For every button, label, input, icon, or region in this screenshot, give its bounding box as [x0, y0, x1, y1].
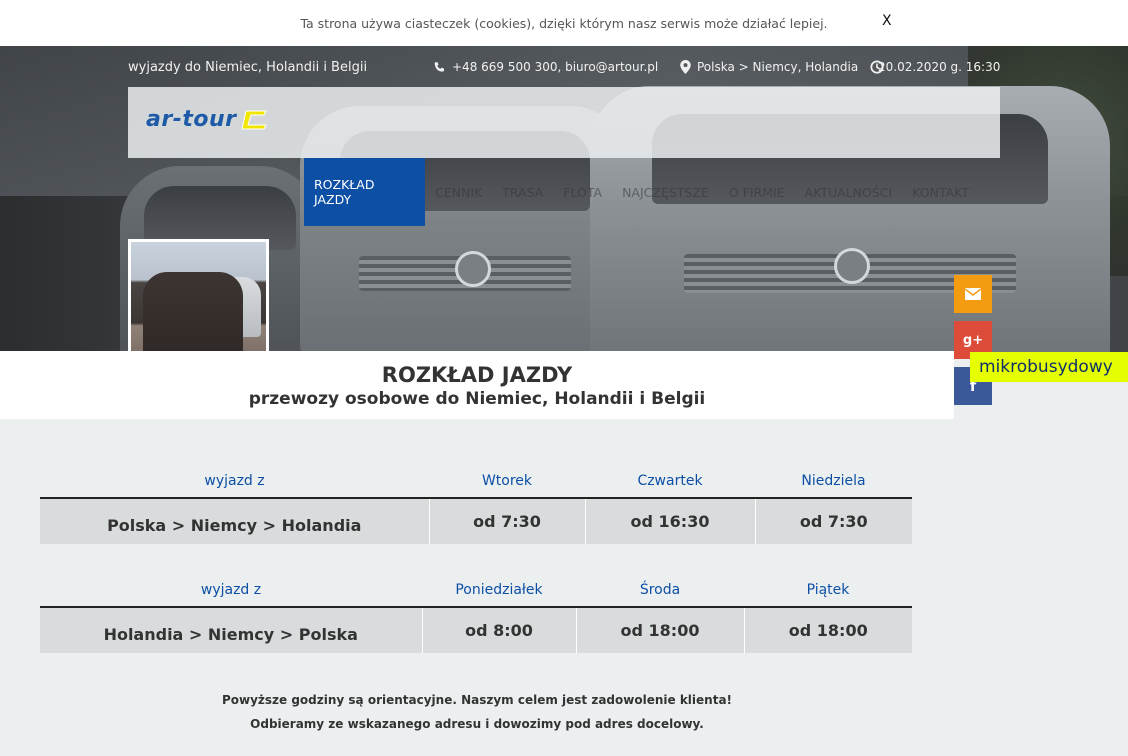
header-day-1: Poniedziałek	[422, 571, 576, 608]
schedule-notes: Powyższe godziny są orientacyjne. Naszym…	[0, 688, 954, 736]
time-cell: od 7:30	[429, 498, 586, 544]
main-nav: Rozkład jazdy Cennik Trasa Flota Najczęs…	[304, 158, 979, 226]
social-sidebar: g+ f	[954, 275, 992, 413]
envelope-icon	[965, 288, 981, 300]
site-logo[interactable]: ar-tour	[146, 107, 236, 132]
header-day-3: Piątek	[744, 571, 912, 608]
header-day-2: Środa	[576, 571, 744, 608]
page-title: ROZKŁAD JAZDY	[381, 363, 573, 387]
schedule-table-outbound: wyjazd z Wtorek Czwartek Niedziela Polsk…	[40, 462, 912, 544]
time-cell: od 16:30	[585, 498, 756, 544]
note-line-2: Odbieramy ze wskazanego adresu i dowozim…	[250, 717, 704, 731]
time-cell: od 7:30	[755, 498, 912, 544]
nav-item-najczestsze[interactable]: Najczęstsze	[612, 158, 719, 226]
nav-item-kontakt[interactable]: Kontakt	[902, 158, 979, 226]
contact-text: +48 669 500 300, biuro@artour.pl	[452, 60, 659, 74]
route-info: Polska > Niemcy, Holandia	[680, 58, 884, 76]
cookie-bar: Ta strona używa ciasteczek (cookies), dz…	[0, 0, 1128, 46]
nav-item-o-firmie[interactable]: O firmie	[719, 158, 795, 226]
email-button[interactable]	[954, 275, 992, 313]
time-cell: od 18:00	[576, 607, 745, 653]
datetime-info: 20.02.2020 g. 16:30	[878, 58, 1000, 76]
logo-bar: ar-tour	[128, 87, 1000, 158]
nav-item-trasa[interactable]: Trasa	[492, 158, 553, 226]
map-pin-icon	[680, 60, 691, 74]
logo-mark-icon	[241, 110, 267, 130]
header-day-1: Wtorek	[429, 462, 585, 499]
google-plus-icon: g+	[962, 332, 984, 348]
title-panel: ROZKŁAD JAZDY przewozy osobowe do Niemie…	[0, 351, 954, 419]
datetime-text: 20.02.2020 g. 16:30	[878, 60, 1001, 74]
time-cell: od 18:00	[744, 607, 912, 653]
route-cell: Polska > Niemcy > Holandia	[40, 498, 430, 544]
time-cell: od 8:00	[422, 607, 577, 653]
nav-item-rozklad[interactable]: Rozkład jazdy	[304, 158, 425, 226]
site-tagline: wyjazdy do Niemiec, Holandii i Belgii	[128, 58, 367, 76]
cookie-close-button[interactable]: X	[882, 13, 892, 29]
contact-info[interactable]: +48 669 500 300, biuro@artour.pl	[433, 58, 658, 76]
page-subtitle: przewozy osobowe do Niemiec, Holandii i …	[248, 389, 706, 409]
mikrobusydowy-text: mikrobusydowy	[979, 357, 1113, 377]
header-departure: wyjazd z	[40, 462, 429, 499]
header-departure: wyjazd z	[40, 571, 422, 608]
cookie-text: Ta strona używa ciasteczek (cookies), dz…	[300, 15, 828, 31]
schedule-table-return: wyjazd z Poniedziałek Środa Piątek Holan…	[40, 571, 912, 653]
note-line-1: Powyższe godziny są orientacyjne. Naszym…	[221, 693, 733, 707]
table-row: Polska > Niemcy > Holandia od 7:30 od 16…	[40, 498, 912, 544]
header-day-3: Niedziela	[755, 462, 912, 499]
tagline-text: wyjazdy do Niemiec, Holandii i Belgii	[128, 59, 368, 75]
phone-icon	[434, 61, 444, 72]
nav-item-cennik[interactable]: Cennik	[425, 158, 492, 226]
table-row: Holandia > Niemcy > Polska od 8:00 od 18…	[40, 607, 912, 653]
nav-item-flota[interactable]: Flota	[553, 158, 612, 226]
nav-item-aktualnosci[interactable]: Aktualności	[795, 158, 903, 226]
mikrobusydowy-badge[interactable]: mikrobusydowy	[970, 352, 1128, 382]
header-day-2: Czwartek	[585, 462, 755, 499]
route-cell: Holandia > Niemcy > Polska	[40, 607, 423, 653]
route-text: Polska > Niemcy, Holandia	[697, 60, 859, 74]
